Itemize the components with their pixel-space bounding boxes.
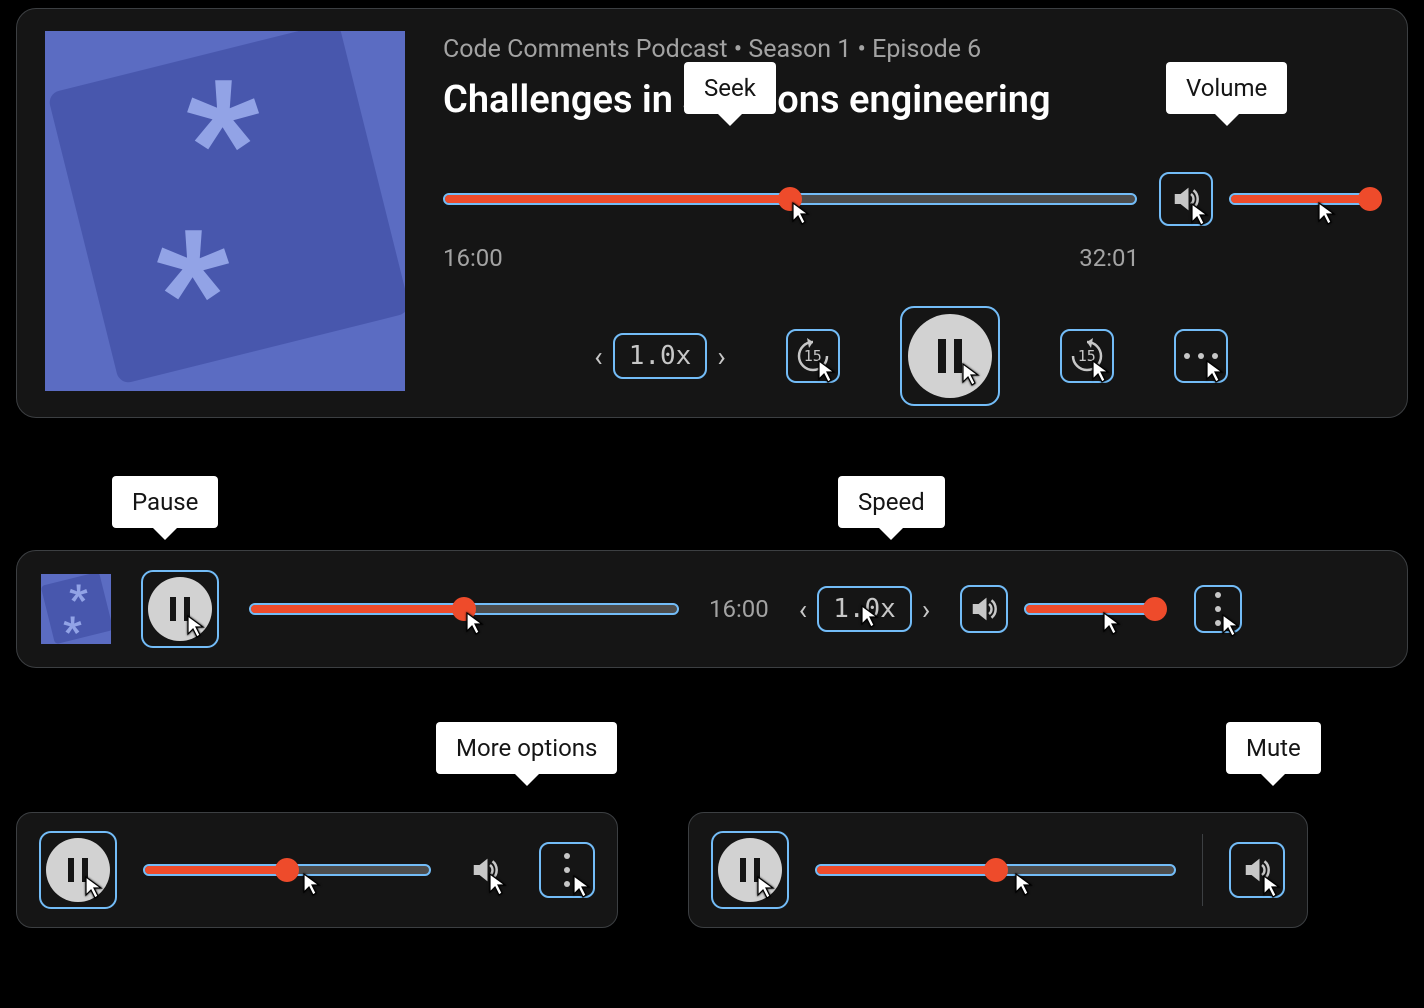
mute-button[interactable] [1159,172,1213,226]
audio-player-mini-1 [16,812,618,928]
seek-slider[interactable] [143,864,431,876]
speed-button[interactable]: 1.0x [817,586,912,632]
tooltip-speed: Speed [838,476,945,528]
mute-button[interactable] [457,842,513,898]
seek-slider[interactable] [249,603,679,615]
tooltip-more: More options [436,722,617,774]
speed-up-button[interactable]: › [717,340,725,373]
episode-artwork: * * [45,31,405,391]
dots-vertical-icon [1215,592,1221,626]
episode-subtitle: Code Comments Podcast • Season 1 • Episo… [443,35,1379,64]
pause-icon [148,577,212,641]
episode-artwork: ** [41,574,111,644]
time-current: 16:00 [709,595,769,623]
seek-slider[interactable] [443,193,1137,205]
skip-forward-15-button[interactable]: 15 [1060,329,1114,383]
tooltip-mute: Mute [1226,722,1321,774]
tooltip-volume: Volume [1166,62,1287,114]
more-options-button[interactable] [539,842,595,898]
pause-button[interactable] [711,831,789,909]
volume-slider[interactable] [1229,193,1379,205]
pause-button[interactable] [141,570,219,648]
seek-slider[interactable] [815,864,1176,876]
divider [1202,834,1203,906]
audio-player-mini-2 [688,812,1308,928]
speed-down-button[interactable]: ‹ [594,340,602,373]
tooltip-pause: Pause [112,476,218,528]
pause-button[interactable] [39,831,117,909]
playback-speed-group: ‹ 1.0x › [594,333,725,379]
dots-vertical-icon [564,853,570,887]
more-options-button[interactable] [1174,329,1228,383]
speed-up-button[interactable]: › [922,593,930,626]
audio-player-medium: ** 16:00 ‹ 1.0x › [16,550,1408,668]
pause-button[interactable] [900,306,1000,406]
time-total: 32:01 [1079,244,1139,272]
mute-button[interactable] [960,585,1008,633]
skip-back-15-button[interactable]: 15 [786,329,840,383]
mute-button[interactable] [1229,842,1285,898]
time-current: 16:00 [443,244,503,272]
volume-slider[interactable] [1024,603,1164,615]
speed-down-button[interactable]: ‹ [799,593,807,626]
speed-button[interactable]: 1.0x [613,333,708,379]
pause-icon [908,314,992,398]
more-options-button[interactable] [1194,585,1242,633]
dots-horizontal-icon [1184,353,1218,359]
tooltip-seek: Seek [684,62,776,114]
